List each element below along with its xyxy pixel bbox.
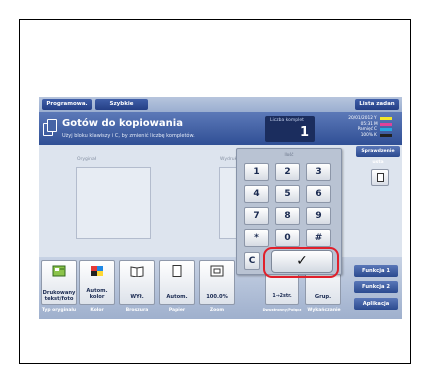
key-3[interactable]: 3 (306, 163, 331, 181)
key-2[interactable]: 2 (275, 163, 300, 181)
key-7[interactable]: 7 (244, 207, 269, 225)
toner-bar (380, 128, 392, 132)
key-1[interactable]: 1 (244, 163, 269, 181)
key-5[interactable]: 5 (275, 185, 300, 203)
function2-button[interactable]: Funkcja 2 (354, 281, 398, 293)
status-info: 20/01/2012 05:31 Pamięć 100% (345, 116, 373, 138)
color-label: Autom. kolor (86, 288, 108, 300)
ok-button[interactable]: ✓ (271, 250, 333, 273)
toner-bar (380, 134, 392, 138)
key-hash[interactable]: # (306, 229, 331, 247)
toner-bar (380, 117, 392, 121)
toner-bar (380, 122, 392, 126)
color-icon (91, 266, 103, 276)
job-list-button[interactable]: Lista zadan (355, 99, 399, 110)
key-6[interactable]: 6 (306, 185, 331, 203)
key-0[interactable]: 0 (275, 229, 300, 247)
key-8[interactable]: 8 (275, 207, 300, 225)
tab-quick-copy[interactable]: Szybkie kopiowani (95, 99, 148, 118)
keypad-label: Ilość (284, 152, 294, 157)
original-preview (76, 167, 151, 239)
category-booklet: Broszura (125, 308, 149, 313)
copy-count-box: Liczba komplet 1 (265, 116, 315, 142)
copy-count-label: Liczba komplet (270, 118, 304, 123)
text-photo-icon (52, 265, 66, 277)
zoom-label: 100.0% (206, 294, 228, 300)
category-duplex: Dwustronny/Połącz (262, 308, 302, 312)
zoom-button[interactable]: 100.0% (199, 260, 235, 305)
zoom-icon (210, 265, 224, 277)
key-4[interactable]: 4 (244, 185, 269, 203)
duplex-label: 1→2str. (272, 294, 292, 299)
copy-count-value: 1 (299, 125, 309, 140)
page-icon (377, 173, 384, 182)
copier-screen: Programowa. Szybkie kopiowani Lista zada… (39, 97, 402, 319)
paper-label: Autom. (166, 294, 188, 300)
book-icon (130, 266, 144, 277)
paper-icon (172, 265, 182, 277)
output-label: Wydruk (220, 157, 238, 162)
finishing-label: Grup. (314, 294, 332, 300)
date-text: 20/01/2012 (348, 116, 373, 121)
category-zoom: Zoom (209, 308, 225, 313)
top-bar: Programowa. Szybkie kopiowani Lista zada… (39, 97, 402, 118)
tab-programs[interactable]: Programowa. (42, 99, 92, 110)
apply-button[interactable]: Aplikacja (354, 298, 398, 310)
page-title: Gotów do kopiowania (62, 118, 183, 129)
booklet-button[interactable]: WYł. (119, 260, 155, 305)
key-9[interactable]: 9 (306, 207, 331, 225)
preview-button[interactable] (371, 169, 389, 186)
original-type-button[interactable]: Drukowany tekst/foto (41, 260, 77, 305)
original-label: Oryginał (77, 157, 97, 162)
category-finishing: Wykańczanie (307, 308, 341, 313)
booklet-label: WYł. (130, 294, 144, 300)
paper-button[interactable]: Autom. (159, 260, 195, 305)
key-clear[interactable]: C (244, 252, 260, 270)
memory-value: 100% (360, 132, 373, 138)
key-star[interactable]: * (244, 229, 269, 247)
color-button[interactable]: Autom. kolor (79, 260, 115, 305)
copy-icon (43, 119, 58, 137)
category-original-type: Typ oryginalu (41, 308, 77, 313)
category-paper: Papier (168, 308, 186, 313)
status-header: Gotów do kopiowania Użyj bloku klawiszy … (39, 112, 402, 145)
original-type-label: Drukowany tekst/foto (42, 290, 76, 302)
function1-button[interactable]: Funkcja 1 (354, 265, 398, 277)
page-subtitle: Użyj bloku klawiszy i C, by zmienić licz… (62, 133, 195, 139)
toner-levels: Y M C K (374, 116, 396, 138)
category-color: Kolor (90, 308, 104, 313)
check-job-button[interactable]: Sprawdzenie usta (356, 146, 400, 165)
